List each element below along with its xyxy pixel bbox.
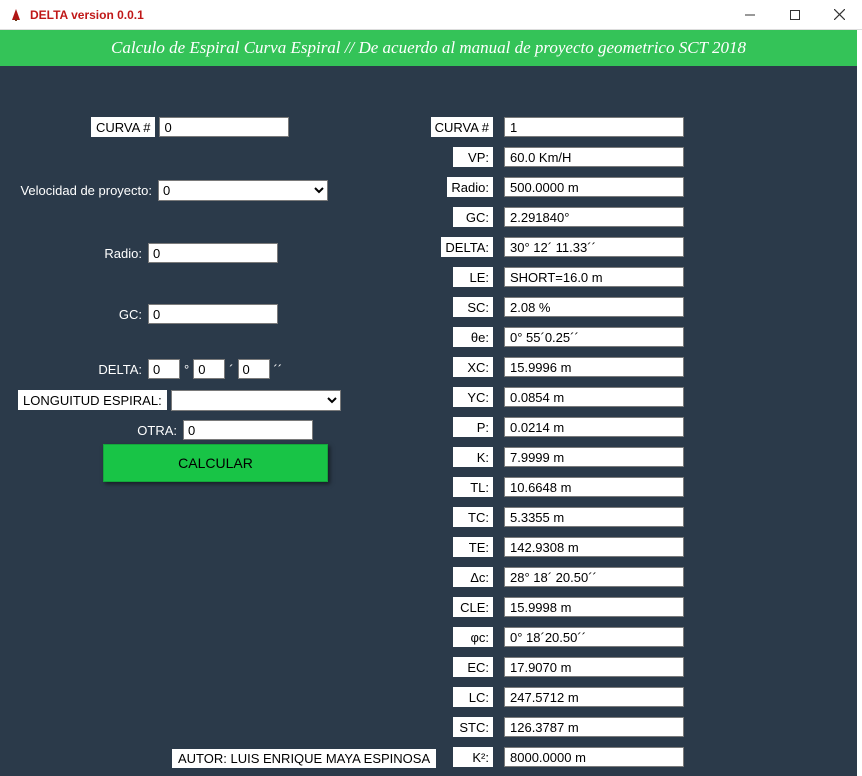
output-label: YC: [453,387,493,407]
window-controls [727,0,862,29]
output-value: 5.3355 m [504,507,684,527]
output-value: 15.9996 m [504,357,684,377]
page-title: Calculo de Espiral Curva Espiral // De a… [0,30,857,66]
output-value: 28° 18´ 20.50´´ [504,567,684,587]
output-row: P: 0.0214 m [0,417,700,437]
output-row: YC: 0.0854 m [0,387,700,407]
output-label: STC: [453,717,493,737]
output-row: VP: 60.0 Km/H [0,147,700,167]
output-row: DELTA: 30° 12´ 11.33´´ [0,237,700,257]
output-value: 0.0854 m [504,387,684,407]
output-value: 10.6648 m [504,477,684,497]
output-label: K: [453,447,493,467]
output-label: TE: [453,537,493,557]
app-icon [8,7,24,23]
output-row: SC: 2.08 % [0,297,700,317]
output-value: 17.9070 m [504,657,684,677]
output-label: LE: [453,267,493,287]
output-value: SHORT=16.0 m [504,267,684,287]
output-label: CLE: [453,597,493,617]
output-label: K²: [453,747,493,767]
app-window: Calculo de Espiral Curva Espiral // De a… [0,30,857,776]
output-row: K: 7.9999 m [0,447,700,467]
output-value: 15.9998 m [504,597,684,617]
output-label: DELTA: [441,237,493,257]
output-value: 8000.0000 m [504,747,684,767]
output-label: EC: [453,657,493,677]
output-label: VP: [453,147,493,167]
output-label: CURVA # [431,117,493,137]
output-value: 2.291840° [504,207,684,227]
output-row: EC: 17.9070 m [0,657,700,677]
content-area: CURVA # Velocidad de proyecto: 0 Radio: … [0,66,857,772]
minimize-button[interactable] [727,0,772,29]
output-value: 60.0 Km/H [504,147,684,167]
output-row: GC: 2.291840° [0,207,700,227]
output-row: TC: 5.3355 m [0,507,700,527]
close-button[interactable] [817,0,862,29]
output-row: LE: SHORT=16.0 m [0,267,700,287]
output-label: Δc: [453,567,493,587]
output-row: θe: 0° 55´0.25´´ [0,327,700,347]
output-label: LC: [453,687,493,707]
output-value: 126.3787 m [504,717,684,737]
output-row: φc: 0° 18´20.50´´ [0,627,700,647]
output-value: 30° 12´ 11.33´´ [504,237,684,257]
output-value: 0° 18´20.50´´ [504,627,684,647]
output-row: TL: 10.6648 m [0,477,700,497]
output-label: TC: [453,507,493,527]
output-value: 500.0000 m [504,177,684,197]
output-label: P: [453,417,493,437]
output-value: 7.9999 m [504,447,684,467]
output-row: K²: 8000.0000 m [0,747,700,767]
output-row: CURVA # 1 [0,117,700,137]
output-label: TL: [453,477,493,497]
output-row: TE: 142.9308 m [0,537,700,557]
output-label: XC: [453,357,493,377]
output-label: GC: [453,207,493,227]
title-bar: DELTA version 0.0.1 [0,0,862,30]
output-row: CLE: 15.9998 m [0,597,700,617]
output-value: 1 [504,117,684,137]
output-row: XC: 15.9996 m [0,357,700,377]
output-value: 2.08 % [504,297,684,317]
output-row: LC: 247.5712 m [0,687,700,707]
output-label: Radio: [447,177,493,197]
output-value: 0.0214 m [504,417,684,437]
output-value: 0° 55´0.25´´ [504,327,684,347]
output-label: θe: [453,327,493,347]
output-row: Δc: 28° 18´ 20.50´´ [0,567,700,587]
output-row: Radio: 500.0000 m [0,177,700,197]
output-value: 247.5712 m [504,687,684,707]
output-value: 142.9308 m [504,537,684,557]
output-row: STC: 126.3787 m [0,717,700,737]
output-label: φc: [453,627,493,647]
window-title: DELTA version 0.0.1 [30,8,727,22]
maximize-button[interactable] [772,0,817,29]
output-label: SC: [453,297,493,317]
